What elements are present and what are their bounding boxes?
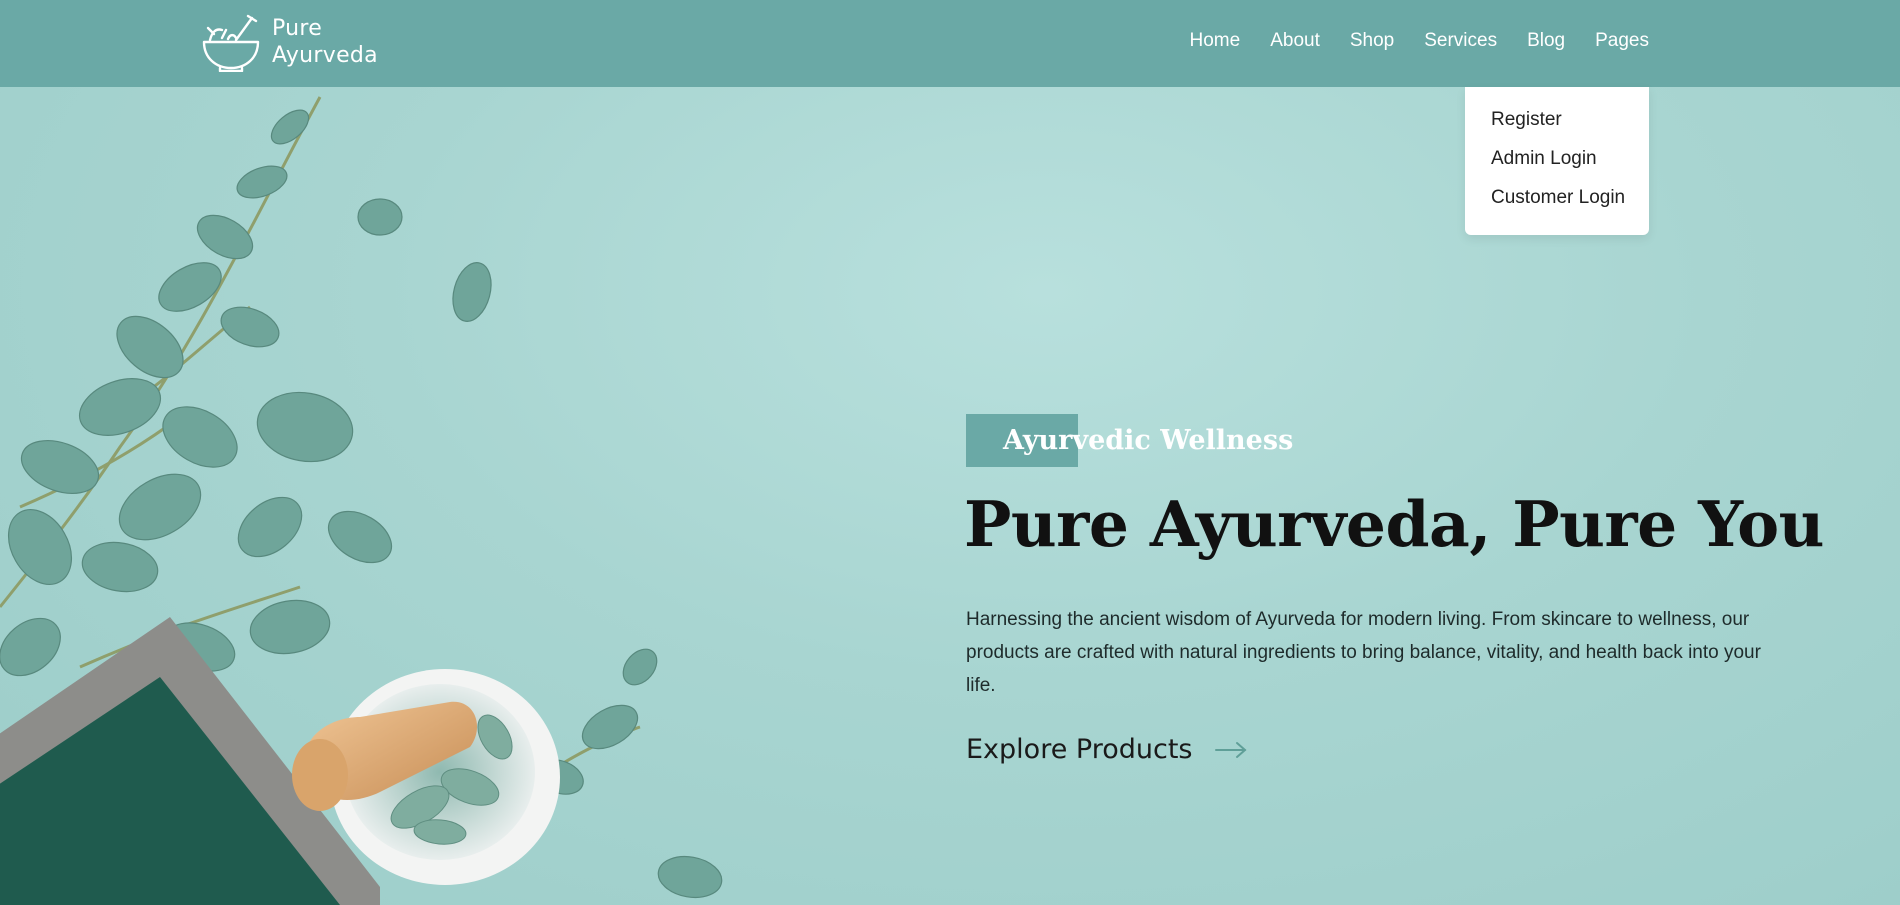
- mortar-pestle-icon: [202, 14, 260, 72]
- nav-pages[interactable]: Pages: [1595, 30, 1649, 52]
- hero-tagline-badge: Ayurvedic Wellness: [966, 414, 1293, 467]
- nav-about[interactable]: About: [1270, 30, 1320, 52]
- brand-name-line1: Pure: [272, 16, 323, 41]
- main-nav: Home About Shop Services Blog Pages: [1160, 30, 1649, 52]
- brand-name-line2: Ayurveda: [272, 43, 378, 68]
- nav-blog[interactable]: Blog: [1527, 30, 1565, 52]
- pages-dropdown-menu: Register Admin Login Customer Login: [1465, 87, 1649, 235]
- nav-shop[interactable]: Shop: [1350, 30, 1394, 52]
- hero-botanical-image: [0, 96, 723, 905]
- dropdown-item-register[interactable]: Register: [1465, 109, 1649, 148]
- site-header: Pure Ayurveda Home About Shop Services B…: [0, 0, 1900, 87]
- hero-tagline: Ayurvedic Wellness: [1003, 425, 1294, 456]
- dropdown-item-customer-login[interactable]: Customer Login: [1465, 187, 1649, 226]
- brand-name: Pure Ayurveda: [272, 15, 378, 69]
- nav-services[interactable]: Services: [1424, 30, 1497, 52]
- nav-home[interactable]: Home: [1190, 30, 1241, 52]
- brand-logo[interactable]: Pure Ayurveda: [200, 12, 378, 72]
- explore-products-label: Explore Products: [966, 734, 1193, 765]
- explore-products-button[interactable]: Explore Products: [966, 734, 1248, 765]
- arrow-right-icon: [1215, 741, 1248, 758]
- dropdown-item-admin-login[interactable]: Admin Login: [1465, 148, 1649, 187]
- hero-description: Harnessing the ancient wisdom of Ayurved…: [966, 609, 1761, 696]
- hero-title: Pure Ayurveda, Pure You: [964, 487, 1824, 561]
